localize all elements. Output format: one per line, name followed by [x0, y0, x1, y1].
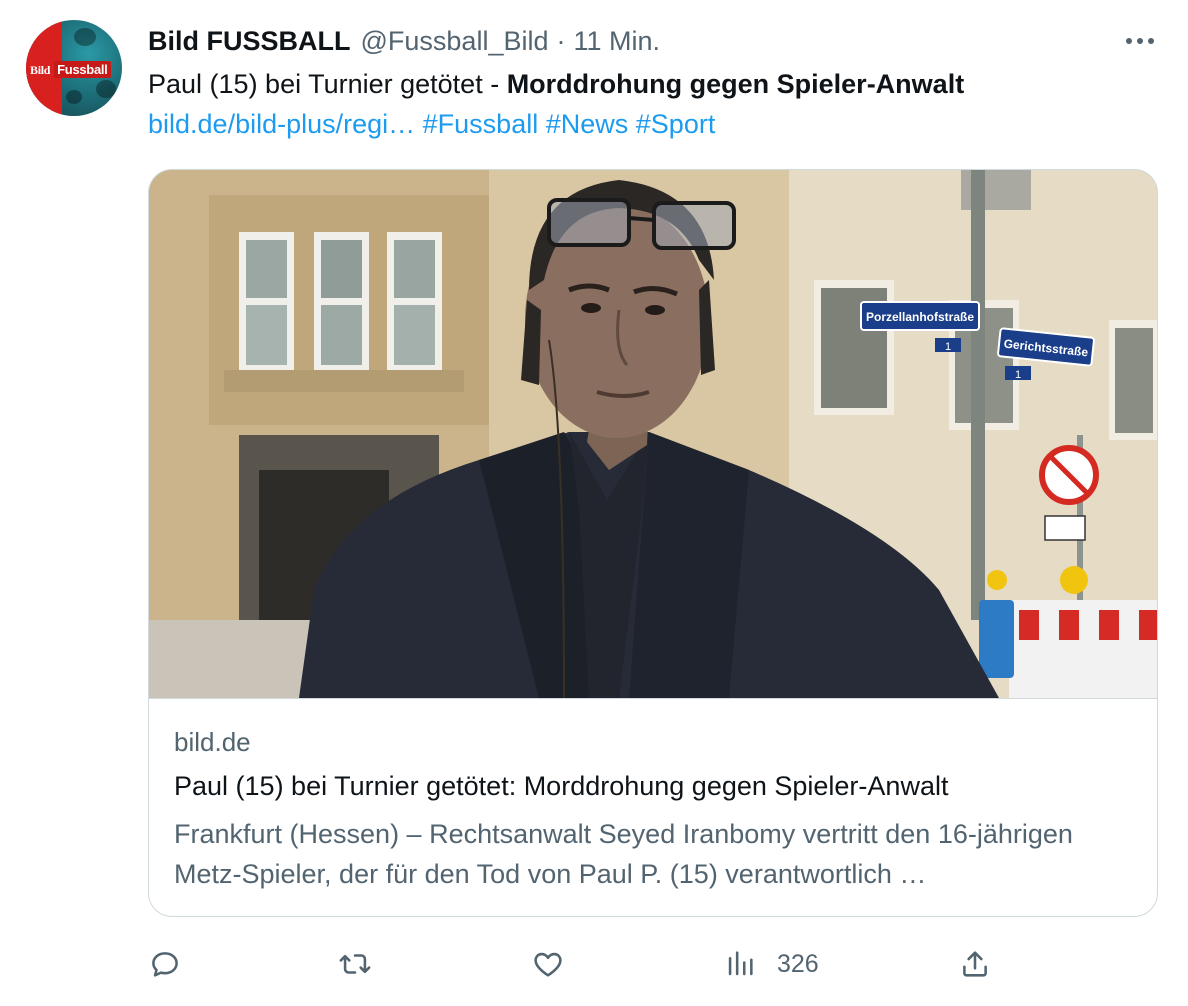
article-link[interactable]: bild.de/bild-plus/regi…: [148, 109, 415, 139]
card-domain: bild.de: [174, 727, 251, 757]
sign-number-1: 1: [945, 341, 951, 353]
timestamp[interactable]: 11 Min.: [574, 26, 661, 57]
sign-porzellanhof: Porzellanhofstraße: [866, 310, 974, 324]
share-icon: [963, 951, 987, 977]
like-button[interactable]: [531, 940, 565, 988]
card-body[interactable]: bild.de Paul (15) bei Turnier getötet: M…: [149, 698, 1157, 916]
tweet-text: Paul (15) bei Turnier getötet - Morddroh…: [148, 64, 964, 104]
hashtag-news[interactable]: #News: [546, 109, 629, 139]
separator-dot: ·: [556, 25, 566, 56]
hashtag-sport[interactable]: #Sport: [636, 109, 716, 139]
card-image[interactable]: Porzellanhofstraße Gerichtsstraße 1 1: [149, 170, 1157, 698]
views-button[interactable]: 326: [723, 940, 819, 988]
hashtag-fussball[interactable]: #Fussball: [423, 109, 539, 139]
tweet-text-plain: Paul (15) bei Turnier getötet -: [148, 69, 507, 99]
tweet-links: bild.de/bild-plus/regi… #Fussball #News …: [148, 104, 715, 144]
tweet[interactable]: Bild Fussball Bild FUSSBALL @Fussball_Bil…: [0, 0, 1188, 1006]
card-title: Paul (15) bei Turnier getötet: Morddrohu…: [174, 771, 949, 801]
retweet-icon: [339, 954, 371, 974]
avatar[interactable]: Bild Fussball: [26, 20, 122, 116]
sign-number-2: 1: [1015, 369, 1021, 381]
reply-button[interactable]: [148, 940, 182, 988]
card-description: Frankfurt (Hessen) – Rechtsanwalt Seyed …: [174, 819, 1073, 889]
retweet-button[interactable]: [338, 940, 372, 988]
like-icon: [534, 952, 562, 977]
avatar-logo: Bild Fussball: [30, 61, 111, 78]
action-bar: 326: [148, 940, 1158, 988]
reply-icon: [152, 952, 178, 977]
share-button[interactable]: [958, 940, 992, 988]
author-handle[interactable]: @Fussball_Bild: [361, 26, 549, 57]
link-preview-card[interactable]: Porzellanhofstraße Gerichtsstraße 1 1 bi…: [148, 169, 1158, 917]
views-icon: [728, 951, 753, 976]
tweet-header: Bild FUSSBALL @Fussball_Bild · 11 Min.: [148, 22, 660, 60]
more-icon: [1126, 38, 1154, 44]
tweet-text-bold: Morddrohung gegen Spieler-Anwalt: [506, 69, 965, 99]
views-count: 326: [777, 949, 819, 978]
lawyer-photo: Porzellanhofstraße Gerichtsstraße 1 1: [149, 170, 1157, 698]
more-options-button[interactable]: [1120, 26, 1160, 56]
author-name[interactable]: Bild FUSSBALL: [148, 26, 351, 57]
